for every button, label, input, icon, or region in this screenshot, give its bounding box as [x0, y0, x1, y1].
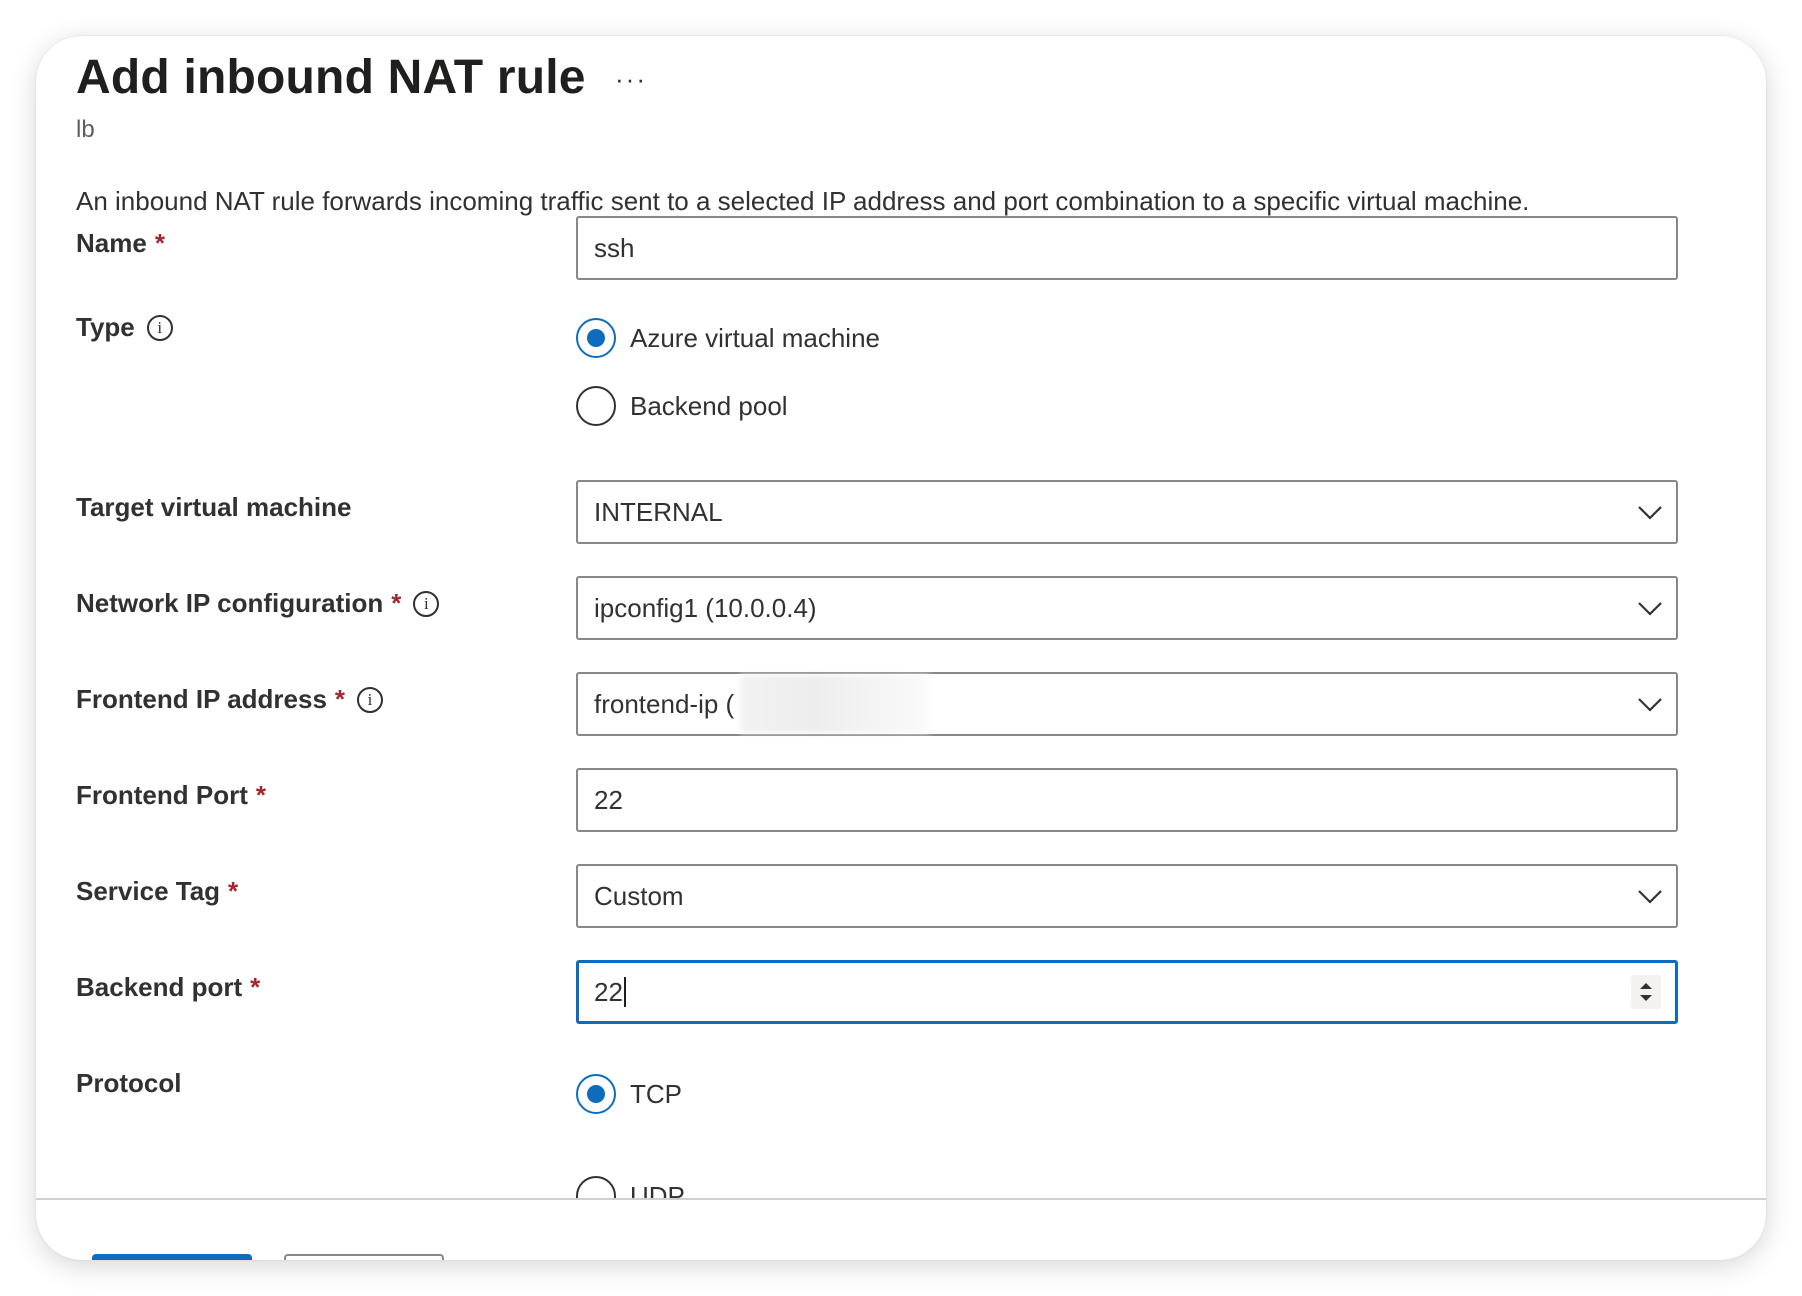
type-option-label: Backend pool [630, 390, 788, 421]
service-tag-dropdown[interactable]: Custom [576, 864, 1678, 928]
redacted-ip-blur [740, 675, 931, 733]
name-input[interactable]: ssh [576, 216, 1678, 280]
protocol-option-label: UDP [630, 1180, 685, 1199]
radio-unchecked-icon[interactable] [576, 1176, 616, 1198]
required-marker: * [334, 684, 346, 714]
form-scroll-area[interactable]: Add inbound NAT rule ··· lb An inbound N… [36, 36, 1766, 1198]
frontend-port-value: 22 [594, 784, 623, 815]
type-option-azure-vm[interactable]: Azure virtual machine [576, 318, 880, 358]
target-vm-label-text: Target virtual machine [76, 492, 352, 522]
description-text: An inbound NAT rule forwards incoming tr… [76, 186, 1530, 216]
info-icon[interactable]: i [413, 590, 440, 617]
chevron-down-icon [1638, 890, 1662, 904]
chevron-down-icon [1638, 602, 1662, 616]
frontend-port-label: Frontend Port * [76, 780, 266, 811]
name-input-value: ssh [594, 232, 635, 263]
frontend-ip-label-text: Frontend IP address [76, 684, 327, 714]
protocol-label: Protocol [76, 1068, 181, 1099]
service-tag-value: Custom [594, 880, 684, 911]
protocol-option-udp[interactable]: UDP [576, 1176, 685, 1198]
more-options-icon[interactable]: ··· [615, 66, 647, 92]
radio-unchecked-icon[interactable] [576, 386, 616, 426]
name-label: Name * [76, 228, 165, 259]
type-option-label: Azure virtual machine [630, 322, 880, 353]
name-label-text: Name [76, 228, 147, 258]
network-ip-label-text: Network IP configuration [76, 588, 384, 618]
backend-port-value: 22 [594, 976, 623, 1007]
backend-port-input[interactable]: 22 [576, 960, 1678, 1024]
type-label: Type i [76, 312, 173, 343]
page-subtitle: lb [76, 116, 95, 143]
required-marker: * [255, 780, 266, 810]
frontend-ip-label: Frontend IP address * i [76, 684, 384, 715]
cancel-button[interactable] [284, 1254, 444, 1260]
footer-divider [36, 1198, 1766, 1200]
backend-port-label-text: Backend port [76, 972, 243, 1002]
radio-checked-icon[interactable] [576, 318, 616, 358]
frontend-port-label-text: Frontend Port [76, 780, 248, 810]
required-marker: * [154, 228, 165, 258]
network-ip-label: Network IP configuration * i [76, 588, 440, 619]
type-label-text: Type [76, 312, 135, 342]
target-vm-label: Target virtual machine [76, 492, 352, 523]
info-icon[interactable]: i [357, 686, 384, 713]
radio-checked-icon[interactable] [576, 1074, 616, 1114]
required-marker: * [250, 972, 261, 1002]
backend-port-label: Backend port * [76, 972, 260, 1003]
protocol-label-text: Protocol [76, 1068, 182, 1098]
required-marker: * [391, 588, 402, 618]
chevron-down-icon [1638, 506, 1662, 520]
required-marker: * [228, 876, 239, 906]
frontend-ip-dropdown[interactable]: frontend-ip ( [576, 672, 1678, 736]
text-caret [623, 977, 626, 1007]
spin-button-icon[interactable] [1631, 975, 1661, 1009]
spin-arrows-icon [1640, 983, 1652, 1001]
chevron-down-icon [1638, 698, 1662, 712]
target-vm-dropdown[interactable]: INTERNAL [576, 480, 1678, 544]
protocol-option-tcp[interactable]: TCP [576, 1074, 682, 1114]
network-ip-dropdown[interactable]: ipconfig1 (10.0.0.4) [576, 576, 1678, 640]
info-icon[interactable]: i [146, 314, 173, 341]
protocol-option-label: TCP [630, 1078, 682, 1109]
service-tag-label: Service Tag * [76, 876, 238, 907]
network-ip-value: ipconfig1 (10.0.0.4) [594, 592, 817, 623]
type-option-backend-pool[interactable]: Backend pool [576, 386, 788, 426]
target-vm-value: INTERNAL [594, 496, 723, 527]
page-title: Add inbound NAT rule [76, 51, 586, 104]
frontend-ip-value: frontend-ip ( [594, 688, 735, 719]
frontend-port-input[interactable]: 22 [576, 768, 1678, 832]
nat-rule-panel: Add inbound NAT rule ··· lb An inbound N… [36, 36, 1766, 1260]
add-button[interactable] [92, 1254, 252, 1260]
service-tag-label-text: Service Tag [76, 876, 221, 906]
